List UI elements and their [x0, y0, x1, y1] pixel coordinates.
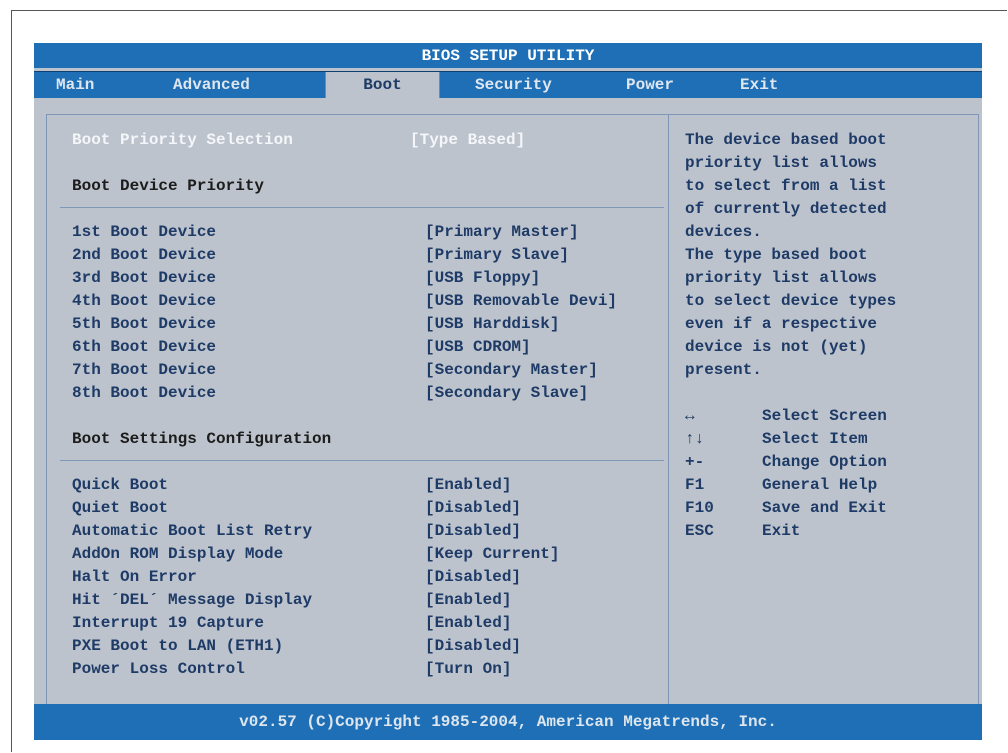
- boot-device-8-value[interactable]: [Secondary Slave]: [425, 383, 588, 403]
- title-bar: BIOS SETUP UTILITY: [34, 43, 982, 68]
- help-line: priority list allows: [685, 269, 878, 287]
- tab-main[interactable]: Main: [56, 72, 156, 98]
- setting-quiet-boot-value[interactable]: [Disabled]: [425, 498, 521, 518]
- boot-device-4-label[interactable]: 4th Boot Device: [72, 291, 216, 311]
- boot-device-4-value[interactable]: [USB Removable Devi]: [425, 291, 617, 311]
- help-line: device is not (yet): [685, 338, 868, 356]
- setting-boot-list-retry-value[interactable]: [Disabled]: [425, 521, 521, 541]
- help-line: The device based boot: [685, 131, 887, 149]
- setting-int19-capture-value[interactable]: [Enabled]: [425, 613, 511, 633]
- section-boot-device-priority: Boot Device Priority: [72, 177, 265, 195]
- boot-device-3-value[interactable]: [USB Floppy]: [425, 268, 540, 288]
- setting-pxe-boot-label[interactable]: PXE Boot to LAN (ETH1): [72, 636, 283, 656]
- help-line: to select device types: [685, 292, 897, 310]
- help-divider: [668, 115, 669, 718]
- section-divider-1: [60, 207, 664, 208]
- setting-halt-on-error-value[interactable]: [Disabled]: [425, 567, 521, 587]
- boot-device-5-label[interactable]: 5th Boot Device: [72, 314, 216, 334]
- setting-addon-rom-label[interactable]: AddOn ROM Display Mode: [72, 544, 283, 564]
- help-line: devices.: [685, 223, 762, 241]
- setting-addon-rom-value[interactable]: [Keep Current]: [425, 544, 559, 564]
- tab-security-label: Security: [475, 76, 552, 94]
- up-down-arrow-icon: ↑↓: [685, 430, 705, 448]
- help-line: present.: [685, 361, 762, 379]
- boot-device-8-label[interactable]: 8th Boot Device: [72, 383, 216, 403]
- boot-device-7-label[interactable]: 7th Boot Device: [72, 360, 216, 380]
- boot-device-6-label[interactable]: 6th Boot Device: [72, 337, 216, 357]
- tab-exit-label: Exit: [740, 76, 779, 94]
- setting-boot-list-retry-label[interactable]: Automatic Boot List Retry: [72, 521, 312, 541]
- boot-priority-value[interactable]: [Type Based]: [410, 130, 525, 150]
- tab-advanced[interactable]: Advanced: [173, 72, 303, 98]
- title-text: BIOS SETUP UTILITY: [421, 46, 595, 65]
- boot-priority-label[interactable]: Boot Priority Selection: [72, 130, 293, 150]
- copyright-text: v02.57 (C)Copyright 1985-2004, American …: [239, 713, 777, 731]
- boot-device-1-label[interactable]: 1st Boot Device: [72, 222, 216, 242]
- boot-device-1-value[interactable]: [Primary Master]: [425, 222, 579, 242]
- setting-del-message-value[interactable]: [Enabled]: [425, 590, 511, 610]
- tab-exit[interactable]: Exit: [740, 72, 820, 98]
- key-f1: F1: [685, 476, 705, 494]
- help-line: even if a respective: [685, 315, 878, 333]
- section-boot-settings: Boot Settings Configuration: [72, 430, 332, 448]
- setting-del-message-label[interactable]: Hit ´DEL´ Message Display: [72, 590, 312, 610]
- setting-power-loss-value[interactable]: [Turn On]: [425, 659, 511, 679]
- setting-halt-on-error-label[interactable]: Halt On Error: [72, 567, 197, 587]
- key-f10: F10: [685, 499, 714, 517]
- tab-power-label: Power: [626, 76, 675, 94]
- key-desc-general-help: General Help: [762, 476, 878, 494]
- tab-main-label: Main: [56, 76, 95, 94]
- help-line: priority list allows: [685, 154, 878, 172]
- bios-screen: BIOS SETUP UTILITY Main Advanced Boot Se…: [34, 43, 982, 740]
- setting-int19-capture-label[interactable]: Interrupt 19 Capture: [72, 613, 264, 633]
- setting-power-loss-label[interactable]: Power Loss Control: [72, 659, 245, 679]
- setting-quick-boot-label[interactable]: Quick Boot: [72, 475, 168, 495]
- help-line: of currently detected: [685, 200, 887, 218]
- boot-device-7-value[interactable]: [Secondary Master]: [425, 360, 598, 380]
- left-right-arrow-icon: ↔: [685, 407, 695, 425]
- boot-device-6-value[interactable]: [USB CDROM]: [425, 337, 531, 357]
- key-desc-select-item: Select Item: [762, 430, 868, 448]
- tab-security[interactable]: Security: [475, 72, 585, 98]
- tab-power[interactable]: Power: [626, 72, 716, 98]
- help-line: The type based boot: [685, 246, 868, 264]
- plus-minus-icon: +-: [685, 453, 705, 471]
- boot-device-5-value[interactable]: [USB Harddisk]: [425, 314, 559, 334]
- tab-boot[interactable]: Boot: [325, 72, 440, 98]
- boot-device-3-label[interactable]: 3rd Boot Device: [72, 268, 216, 288]
- key-esc: ESC: [685, 522, 714, 540]
- tab-advanced-label: Advanced: [173, 76, 250, 94]
- help-line: to select from a list: [685, 177, 887, 195]
- setting-quick-boot-value[interactable]: [Enabled]: [425, 475, 511, 495]
- key-desc-change-option: Change Option: [762, 453, 887, 471]
- section-divider-2: [60, 460, 664, 461]
- key-desc-select-screen: Select Screen: [762, 407, 887, 425]
- boot-device-2-value[interactable]: [Primary Slave]: [425, 245, 569, 265]
- boot-device-2-label[interactable]: 2nd Boot Device: [72, 245, 216, 265]
- status-bar: v02.57 (C)Copyright 1985-2004, American …: [34, 704, 982, 740]
- key-desc-save-exit: Save and Exit: [762, 499, 887, 517]
- tab-boot-label: Boot: [363, 76, 402, 94]
- key-desc-exit: Exit: [762, 522, 801, 540]
- tab-bar: Main Advanced Boot Security Power Exit: [34, 71, 982, 98]
- setting-pxe-boot-value[interactable]: [Disabled]: [425, 636, 521, 656]
- setting-quiet-boot-label[interactable]: Quiet Boot: [72, 498, 168, 518]
